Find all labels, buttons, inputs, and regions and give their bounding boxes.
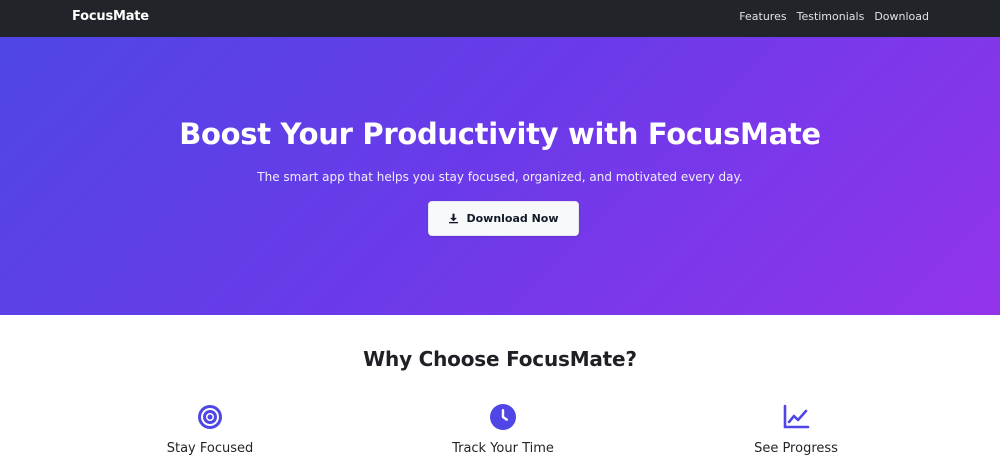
nav-link-features[interactable]: Features bbox=[739, 10, 786, 23]
download-icon bbox=[448, 213, 459, 224]
nav-links: Features Testimonials Download bbox=[739, 10, 929, 23]
chart-line-icon bbox=[782, 403, 810, 431]
feature-see-progress: See Progress bbox=[696, 403, 896, 456]
hero-section: Boost Your Productivity with FocusMate T… bbox=[0, 37, 1000, 315]
nav-link-download[interactable]: Download bbox=[874, 10, 929, 23]
hero-title: Boost Your Productivity with FocusMate bbox=[179, 117, 821, 151]
hero-subtitle: The smart app that helps you stay focuse… bbox=[257, 170, 743, 184]
feature-track-time: Track Your Time bbox=[403, 403, 603, 456]
brand-logo[interactable]: FocusMate bbox=[72, 9, 149, 24]
clock-icon bbox=[489, 403, 517, 431]
feature-stay-focused: Stay Focused bbox=[110, 403, 310, 456]
target-icon bbox=[196, 403, 224, 431]
feature-label: Stay Focused bbox=[166, 441, 254, 456]
download-now-label: Download Now bbox=[466, 212, 559, 225]
feature-label: Track Your Time bbox=[452, 441, 554, 456]
download-now-button[interactable]: Download Now bbox=[428, 201, 579, 236]
navbar: FocusMate Features Testimonials Download bbox=[0, 0, 1000, 37]
feature-label: See Progress bbox=[754, 441, 838, 456]
features-title: Why Choose FocusMate? bbox=[363, 347, 637, 371]
nav-link-testimonials[interactable]: Testimonials bbox=[797, 10, 865, 23]
features-section: Why Choose FocusMate? Stay Focused Track… bbox=[0, 315, 1000, 459]
